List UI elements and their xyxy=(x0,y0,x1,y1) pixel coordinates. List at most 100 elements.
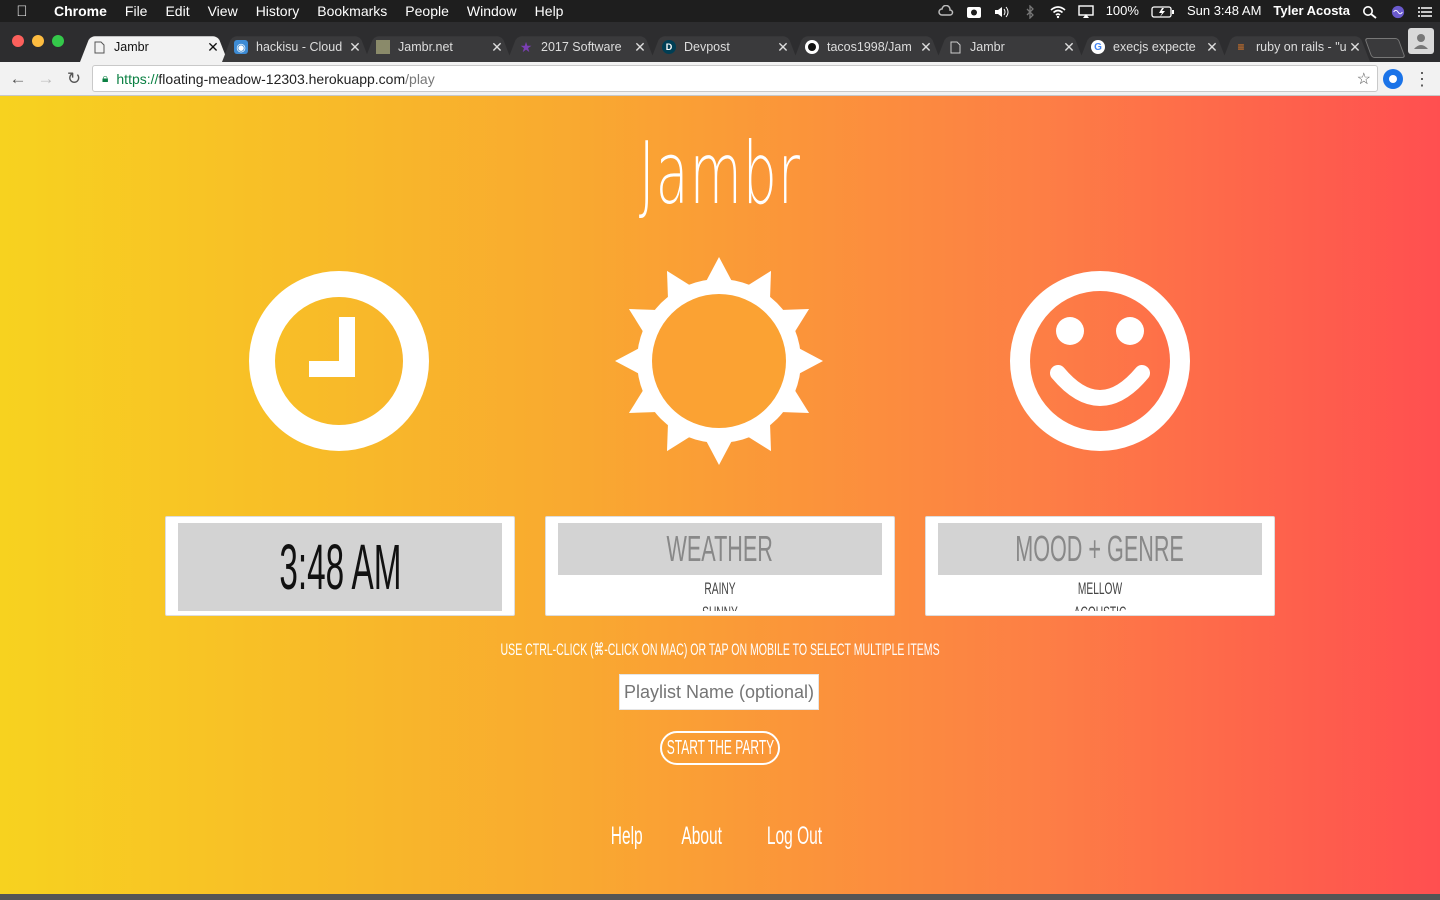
menu-edit[interactable]: Edit xyxy=(156,0,198,22)
tab-label: ruby on rails - "u xyxy=(1256,40,1347,54)
start-party-label: START THE PARTY xyxy=(666,736,774,759)
site-title: Jambr xyxy=(638,124,802,224)
profile-icon[interactable] xyxy=(1408,28,1434,54)
close-window-button[interactable] xyxy=(12,35,24,47)
weather-card: WEATHER RAINY SUNNY xyxy=(545,516,895,616)
weather-heading-label: WEATHER xyxy=(666,528,774,569)
tab-strip: Jambr ✕ ◉ hackisu - Cloud ✕ Jambr.net ✕ … xyxy=(0,22,1440,62)
menu-view[interactable]: View xyxy=(199,0,247,22)
macos-menu-bar:  Chrome File Edit View History Bookmark… xyxy=(0,0,1440,22)
close-tab-icon[interactable]: ✕ xyxy=(1348,39,1362,56)
tab-2017-software[interactable]: ★ 2017 Software ✕ xyxy=(507,32,655,62)
tab-devpost[interactable]: D Devpost ✕ xyxy=(650,32,798,62)
time-card: 3:48 AM xyxy=(165,516,515,616)
eye-extension-icon[interactable] xyxy=(1383,69,1403,89)
logout-link[interactable]: Log Out xyxy=(764,822,824,851)
page-icon xyxy=(376,40,390,54)
multi-select-hint: USE CTRL-CLICK (⌘-CLICK ON MAC) OR TAP O… xyxy=(0,640,1440,660)
menubar-clock[interactable]: Sun 3:48 AM xyxy=(1181,0,1267,22)
wifi-icon[interactable] xyxy=(1044,0,1072,22)
creative-cloud-icon[interactable] xyxy=(932,0,960,22)
help-link[interactable]: Help xyxy=(608,822,645,851)
battery-icon[interactable] xyxy=(1145,0,1181,22)
spotlight-search-icon[interactable] xyxy=(1356,0,1384,22)
devpost-icon: D xyxy=(662,40,676,54)
browser-toolbar: ← → ↻ 🔒︎ https://floating-meadow-12303.h… xyxy=(0,62,1440,96)
close-tab-icon[interactable]: ✕ xyxy=(348,39,362,56)
clock-icon[interactable] xyxy=(229,251,449,471)
menu-history[interactable]: History xyxy=(247,0,309,22)
url-scheme: https:// xyxy=(116,70,159,87)
close-tab-icon[interactable]: ✕ xyxy=(776,39,790,56)
back-arrow-icon[interactable]: ← xyxy=(6,67,30,91)
close-tab-icon[interactable]: ✕ xyxy=(919,39,933,56)
tab-label: Devpost xyxy=(684,40,730,54)
menu-window[interactable]: Window xyxy=(458,0,526,22)
tab-label: Jambr.net xyxy=(398,40,453,54)
minimize-window-button[interactable] xyxy=(32,35,44,47)
footer-nav: Help About Log Out xyxy=(0,822,1440,851)
jambr-page: Jambr 3:48 AM WEATHER RAINY MOOD + GENRE… xyxy=(0,96,1440,894)
star-icon: ★ xyxy=(519,38,533,55)
chrome-menu-icon[interactable]: ⋮ xyxy=(1412,68,1432,90)
forward-arrow-icon[interactable]: → xyxy=(34,67,58,91)
zoom-window-button[interactable] xyxy=(52,35,64,47)
weather-heading: WEATHER xyxy=(558,523,882,575)
reload-icon[interactable]: ↻ xyxy=(62,67,86,91)
close-tab-icon[interactable]: ✕ xyxy=(206,39,220,56)
siri-icon[interactable] xyxy=(1384,0,1412,22)
bookmark-star-icon[interactable]: ☆ xyxy=(1357,69,1371,89)
smiley-face-icon[interactable] xyxy=(990,251,1210,471)
tab-github-tacos[interactable]: tacos1998/Jam ✕ xyxy=(793,32,941,62)
desktop-edge xyxy=(0,894,1440,900)
volume-icon[interactable] xyxy=(988,0,1016,22)
camera-icon[interactable] xyxy=(960,0,988,22)
page-icon xyxy=(948,40,962,54)
mood-genre-card: MOOD + GENRE MELLOW ACOUSTIC xyxy=(925,516,1275,616)
address-bar[interactable]: 🔒︎ https://floating-meadow-12303.herokua… xyxy=(92,65,1378,92)
tab-jambr-active[interactable]: Jambr ✕ xyxy=(80,32,228,62)
tab-label: hackisu - Cloud xyxy=(256,40,343,54)
tab-google-execjs[interactable]: G execjs expecte ✕ xyxy=(1079,32,1227,62)
airplay-icon[interactable] xyxy=(1072,0,1100,22)
weather-option-rainy[interactable]: RAINY xyxy=(616,577,825,601)
menu-app-chrome[interactable]: Chrome xyxy=(44,0,116,22)
mood-heading: MOOD + GENRE xyxy=(938,523,1262,575)
mood-option-mellow[interactable]: MELLOW xyxy=(996,577,1205,601)
tab-label: tacos1998/Jam xyxy=(827,40,912,54)
url-host: floating-meadow-12303.herokuapp.com xyxy=(158,70,406,87)
time-value: 3:48 AM xyxy=(278,531,402,603)
time-display: 3:48 AM xyxy=(178,523,502,611)
tab-hackisu-cloud[interactable]: ◉ hackisu - Cloud ✕ xyxy=(222,32,370,62)
bluetooth-icon[interactable] xyxy=(1016,0,1044,22)
new-tab-button[interactable] xyxy=(1364,38,1406,58)
tab-label: 2017 Software xyxy=(541,40,622,54)
tab-jambr-2[interactable]: Jambr ✕ xyxy=(936,32,1084,62)
close-tab-icon[interactable]: ✕ xyxy=(1205,39,1219,56)
playlist-name-input[interactable] xyxy=(619,674,819,710)
notification-center-icon[interactable] xyxy=(1412,0,1440,22)
close-tab-icon[interactable]: ✕ xyxy=(633,39,647,56)
lock-icon[interactable]: 🔒︎ xyxy=(102,71,108,86)
menubar-user[interactable]: Tyler Acosta xyxy=(1267,0,1356,22)
menu-people[interactable]: People xyxy=(396,0,458,22)
weather-select[interactable]: RAINY SUNNY xyxy=(546,577,894,611)
tab-stackoverflow[interactable]: ≡ ruby on rails - "u ✕ xyxy=(1222,32,1370,62)
start-party-button[interactable]: START THE PARTY xyxy=(660,731,780,765)
hint-text: USE CTRL-CLICK (⌘-CLICK ON MAC) OR TAP O… xyxy=(500,640,940,659)
weather-option-sunny[interactable]: SUNNY xyxy=(616,601,825,611)
about-link[interactable]: About xyxy=(678,822,723,851)
mood-option-acoustic[interactable]: ACOUSTIC xyxy=(996,601,1205,611)
menu-file[interactable]: File xyxy=(116,0,157,22)
tab-jambr-net[interactable]: Jambr.net ✕ xyxy=(364,32,512,62)
menu-help[interactable]: Help xyxy=(526,0,573,22)
menu-bookmarks[interactable]: Bookmarks xyxy=(308,0,396,22)
sun-icon[interactable] xyxy=(609,251,829,471)
close-tab-icon[interactable]: ✕ xyxy=(1062,39,1076,56)
url-path: /play xyxy=(405,70,435,87)
mood-select[interactable]: MELLOW ACOUSTIC xyxy=(926,577,1274,611)
close-tab-icon[interactable]: ✕ xyxy=(490,39,504,56)
page-icon xyxy=(92,40,106,54)
battery-percent: 100% xyxy=(1105,3,1139,18)
apple-icon[interactable]:  xyxy=(0,3,44,20)
